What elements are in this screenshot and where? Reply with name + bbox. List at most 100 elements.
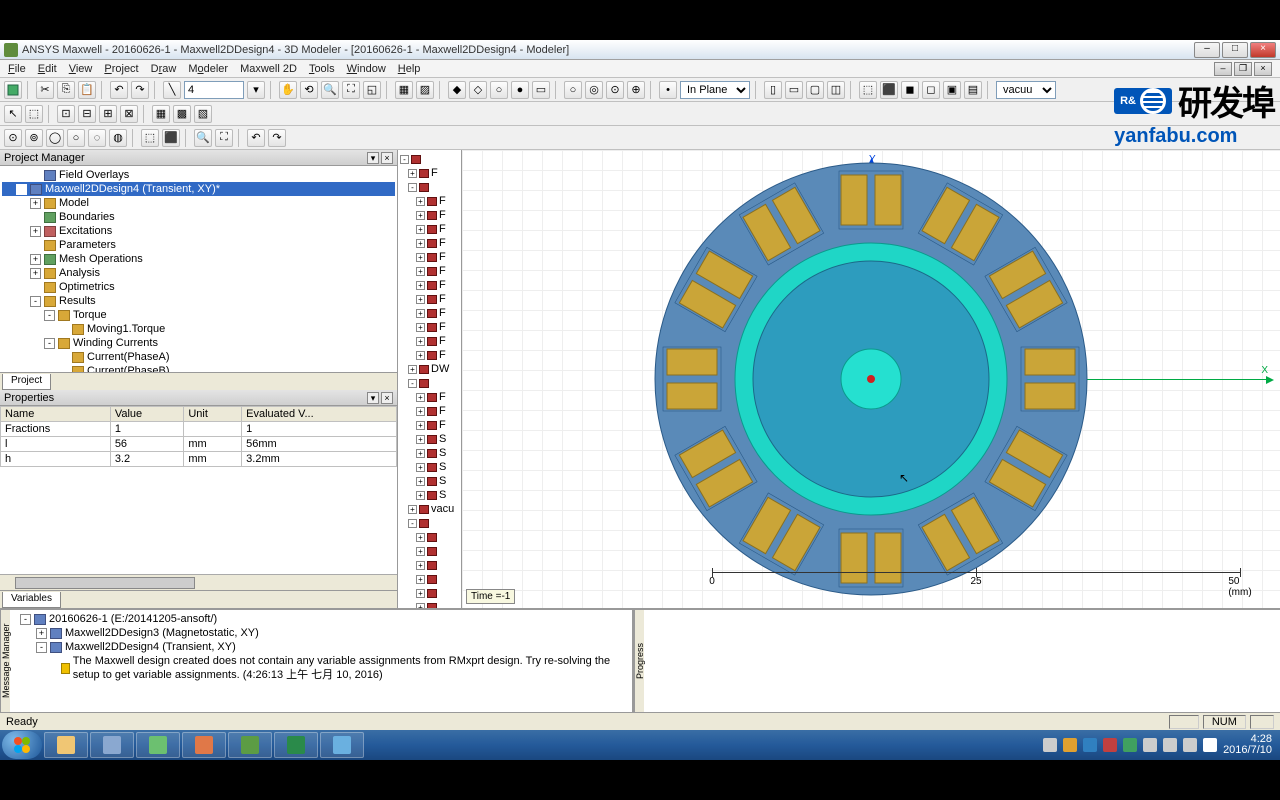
- taskbar-explorer[interactable]: [44, 732, 88, 758]
- message-tree[interactable]: -20160626-1 (E:/20141205-ansoft/)+Maxwel…: [10, 610, 632, 712]
- tray-icon[interactable]: [1043, 738, 1057, 752]
- save-icon[interactable]: [4, 81, 22, 99]
- taskbar-app3[interactable]: [136, 732, 180, 758]
- model-tree-item[interactable]: +F: [400, 250, 459, 264]
- model-tree[interactable]: -+F-+F+F+F+F+F+F+F+F+F+F+F+F+DW-+F+F+F+S…: [398, 150, 461, 608]
- view9-icon[interactable]: 🔍: [194, 129, 212, 147]
- model-tree-item[interactable]: -: [400, 180, 459, 194]
- tray-icon[interactable]: [1063, 738, 1077, 752]
- pm-pin-icon[interactable]: ▾: [367, 152, 379, 164]
- mesh-icon[interactable]: ▦: [152, 105, 170, 123]
- model-tree-item[interactable]: +F: [400, 278, 459, 292]
- project-tree[interactable]: Field Overlays-Maxwell2DDesign4 (Transie…: [0, 166, 397, 372]
- model-tree-item[interactable]: +S: [400, 474, 459, 488]
- model-tree-item[interactable]: +F: [400, 194, 459, 208]
- tray-icon[interactable]: [1143, 738, 1157, 752]
- fit-icon[interactable]: ⛶: [342, 81, 360, 99]
- modeler-canvas[interactable]: Y X ↖ 0 25: [462, 150, 1280, 608]
- project-tab[interactable]: Project: [2, 374, 51, 390]
- op3-icon[interactable]: ◼: [901, 81, 919, 99]
- view8-icon[interactable]: ⬛: [162, 129, 180, 147]
- tray-icon[interactable]: [1083, 738, 1097, 752]
- message-item[interactable]: -Maxwell2DDesign4 (Transient, XY): [12, 640, 630, 654]
- model-tree-item[interactable]: -: [400, 516, 459, 530]
- tree-item[interactable]: -Winding Currents: [2, 336, 395, 350]
- taskbar-app6[interactable]: [274, 732, 318, 758]
- undo-icon[interactable]: ↶: [110, 81, 128, 99]
- message-item[interactable]: -20160626-1 (E:/20141205-ansoft/): [12, 612, 630, 626]
- tree-item[interactable]: Optimetrics: [2, 280, 395, 294]
- tree-item[interactable]: +Excitations: [2, 224, 395, 238]
- model-tree-item[interactable]: +F: [400, 222, 459, 236]
- model-tree-item[interactable]: +F: [400, 236, 459, 250]
- view6-icon[interactable]: ◍: [109, 129, 127, 147]
- redo2-icon[interactable]: ↷: [268, 129, 286, 147]
- menu-tools[interactable]: Tools: [309, 63, 335, 75]
- child-restore-button[interactable]: ❐: [1234, 62, 1252, 76]
- grp4-icon[interactable]: ⊠: [120, 105, 138, 123]
- model-tree-item[interactable]: +F: [400, 166, 459, 180]
- model-tree-item[interactable]: +: [400, 544, 459, 558]
- menu-file[interactable]: FFileile: [8, 63, 26, 75]
- grp2-icon[interactable]: ⊟: [78, 105, 96, 123]
- grp3-icon[interactable]: ⊞: [99, 105, 117, 123]
- tree-item[interactable]: Boundaries: [2, 210, 395, 224]
- taskbar-app7[interactable]: [320, 732, 364, 758]
- taskbar-app5[interactable]: [228, 732, 272, 758]
- menu-modeler[interactable]: Modeler: [188, 63, 228, 75]
- model-tree-item[interactable]: +F: [400, 208, 459, 222]
- menu-project[interactable]: Project: [104, 63, 138, 75]
- circle-icon[interactable]: ○: [564, 81, 582, 99]
- menu-window[interactable]: Window: [347, 63, 386, 75]
- variables-tab[interactable]: Variables: [2, 592, 61, 608]
- model-tree-item[interactable]: +S: [400, 488, 459, 502]
- tool5-icon[interactable]: ▭: [532, 81, 550, 99]
- message-item[interactable]: +Maxwell2DDesign3 (Magnetostatic, XY): [12, 626, 630, 640]
- tool4-icon[interactable]: ●: [511, 81, 529, 99]
- tree-item[interactable]: +Model: [2, 196, 395, 210]
- property-row[interactable]: l56mm56mm: [1, 437, 397, 452]
- tool3-icon[interactable]: ○: [490, 81, 508, 99]
- tree-item[interactable]: Field Overlays: [2, 168, 395, 182]
- view5-icon[interactable]: ◌: [88, 129, 106, 147]
- message-item[interactable]: The Maxwell design created does not cont…: [12, 654, 630, 682]
- fit-selected-icon[interactable]: ◱: [363, 81, 381, 99]
- zoom-icon[interactable]: 🔍: [321, 81, 339, 99]
- tool2-icon[interactable]: ◇: [469, 81, 487, 99]
- menu-view[interactable]: View: [69, 63, 93, 75]
- rect2-icon[interactable]: ▭: [785, 81, 803, 99]
- model-tree-item[interactable]: +S: [400, 446, 459, 460]
- message-manager-tab[interactable]: Message Manager: [0, 610, 10, 712]
- progress-tab[interactable]: Progress: [634, 610, 644, 712]
- tool-icon[interactable]: ◆: [448, 81, 466, 99]
- undo2-icon[interactable]: ↶: [247, 129, 265, 147]
- point-icon[interactable]: •: [659, 81, 677, 99]
- op1-icon[interactable]: ⬚: [859, 81, 877, 99]
- grp1-icon[interactable]: ⊡: [57, 105, 75, 123]
- redo-icon[interactable]: ↷: [131, 81, 149, 99]
- view1-icon[interactable]: ⊙: [4, 129, 22, 147]
- sel2-icon[interactable]: ⬚: [25, 105, 43, 123]
- view4-icon[interactable]: ○: [67, 129, 85, 147]
- model-tree-item[interactable]: +DW: [400, 362, 459, 376]
- model-tree-item[interactable]: +F: [400, 320, 459, 334]
- view10-icon[interactable]: ⛶: [215, 129, 233, 147]
- cut-icon[interactable]: ✂: [36, 81, 54, 99]
- taskbar-app2[interactable]: [90, 732, 134, 758]
- child-close-button[interactable]: ×: [1254, 62, 1272, 76]
- model-tree-item[interactable]: +F: [400, 390, 459, 404]
- close-button[interactable]: ×: [1250, 42, 1276, 58]
- tray-icon[interactable]: [1103, 738, 1117, 752]
- menu-draw[interactable]: Draw: [151, 63, 177, 75]
- mesh3-icon[interactable]: ▧: [194, 105, 212, 123]
- view7-icon[interactable]: ⬚: [141, 129, 159, 147]
- menu-edit[interactable]: Edit: [38, 63, 57, 75]
- op6-icon[interactable]: ▤: [964, 81, 982, 99]
- circle2-icon[interactable]: ◎: [585, 81, 603, 99]
- tray-icon[interactable]: [1163, 738, 1177, 752]
- pm-close-icon[interactable]: ×: [381, 152, 393, 164]
- tree-item[interactable]: -Torque: [2, 308, 395, 322]
- model-tree-item[interactable]: +S: [400, 460, 459, 474]
- dropdown-icon[interactable]: ▾: [247, 81, 265, 99]
- model-tree-item[interactable]: +F: [400, 334, 459, 348]
